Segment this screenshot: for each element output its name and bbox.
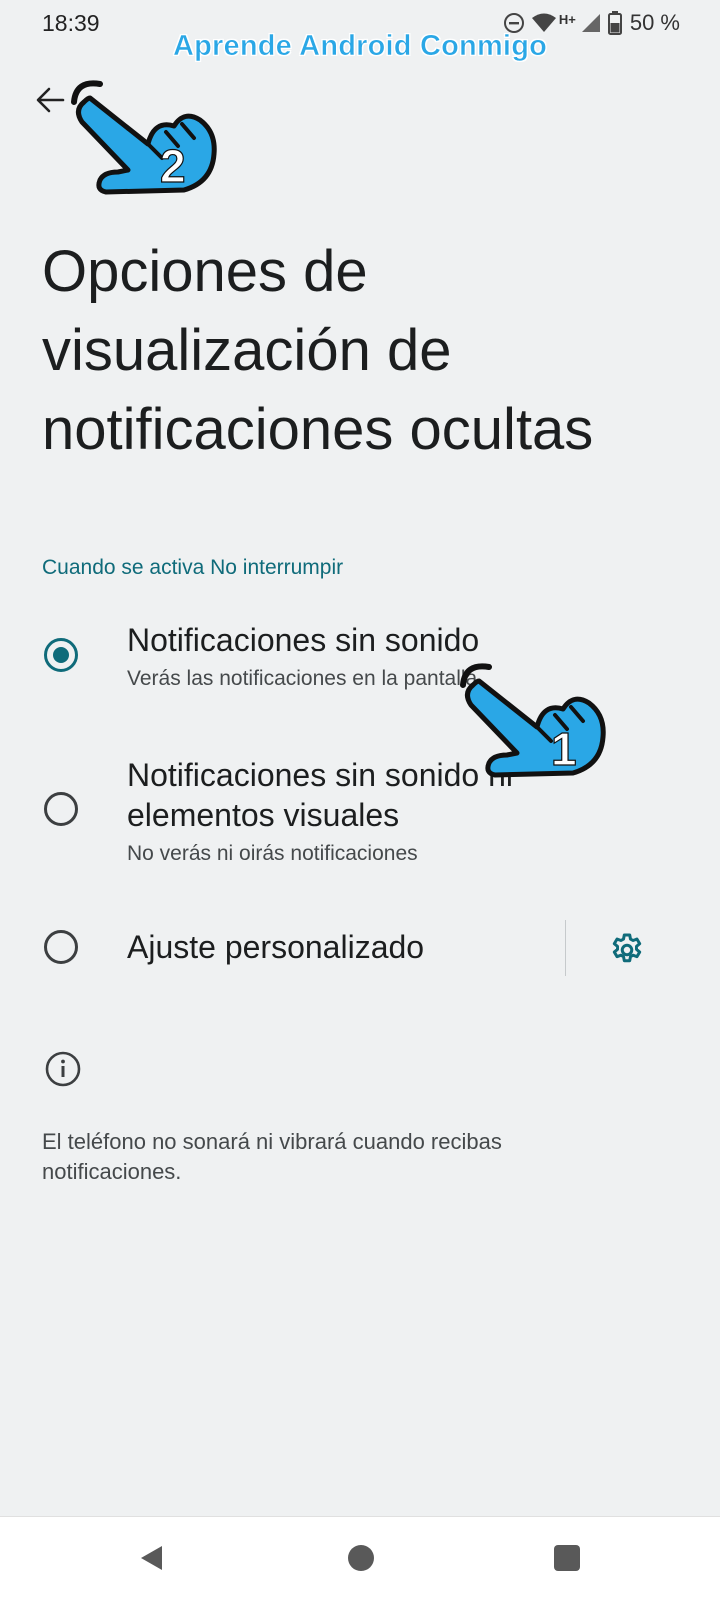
vertical-divider	[565, 920, 566, 976]
nav-home-icon[interactable]	[348, 1545, 374, 1571]
section-header: Cuando se activa No interrumpir	[42, 556, 344, 579]
back-button[interactable]	[28, 78, 72, 122]
option-silent-notifications[interactable]: Notificaciones sin sonido Verás las noti…	[0, 615, 720, 705]
step-2-label: 2	[160, 140, 186, 192]
system-navigation-bar	[0, 1516, 720, 1600]
tutorial-hand-2-icon: 2	[71, 80, 217, 195]
info-icon	[44, 1050, 82, 1088]
option-subtitle: No verás ni oirás notificaciones	[127, 842, 418, 865]
custom-settings-button[interactable]	[605, 928, 649, 972]
option-title: Notificaciones sin sonido ni elementos v…	[127, 757, 513, 833]
option-title: Ajuste personalizado	[127, 929, 425, 965]
option-title: Notificaciones sin sonido	[127, 622, 480, 658]
option-subtitle: Verás las notificaciones en la pantalla	[127, 667, 478, 690]
radio-unselected[interactable]	[44, 792, 78, 826]
radio-unselected[interactable]	[44, 930, 78, 964]
nav-recents-icon[interactable]	[554, 1545, 580, 1571]
radio-selected[interactable]	[44, 638, 78, 672]
option-no-sound-no-visuals[interactable]: Notificaciones sin sonido ni elementos v…	[0, 750, 720, 875]
watermark-text: Aprende Android Conmigo	[172, 30, 548, 63]
nav-back-icon[interactable]	[138, 1544, 164, 1572]
network-type: H+	[558, 11, 576, 27]
page-title: Opciones de visualización de notificacio…	[42, 239, 594, 462]
footer-description: El teléfono no sonará ni vibrará cuando …	[42, 1129, 502, 1184]
gear-icon	[612, 933, 642, 963]
arrow-back-icon	[36, 87, 65, 113]
